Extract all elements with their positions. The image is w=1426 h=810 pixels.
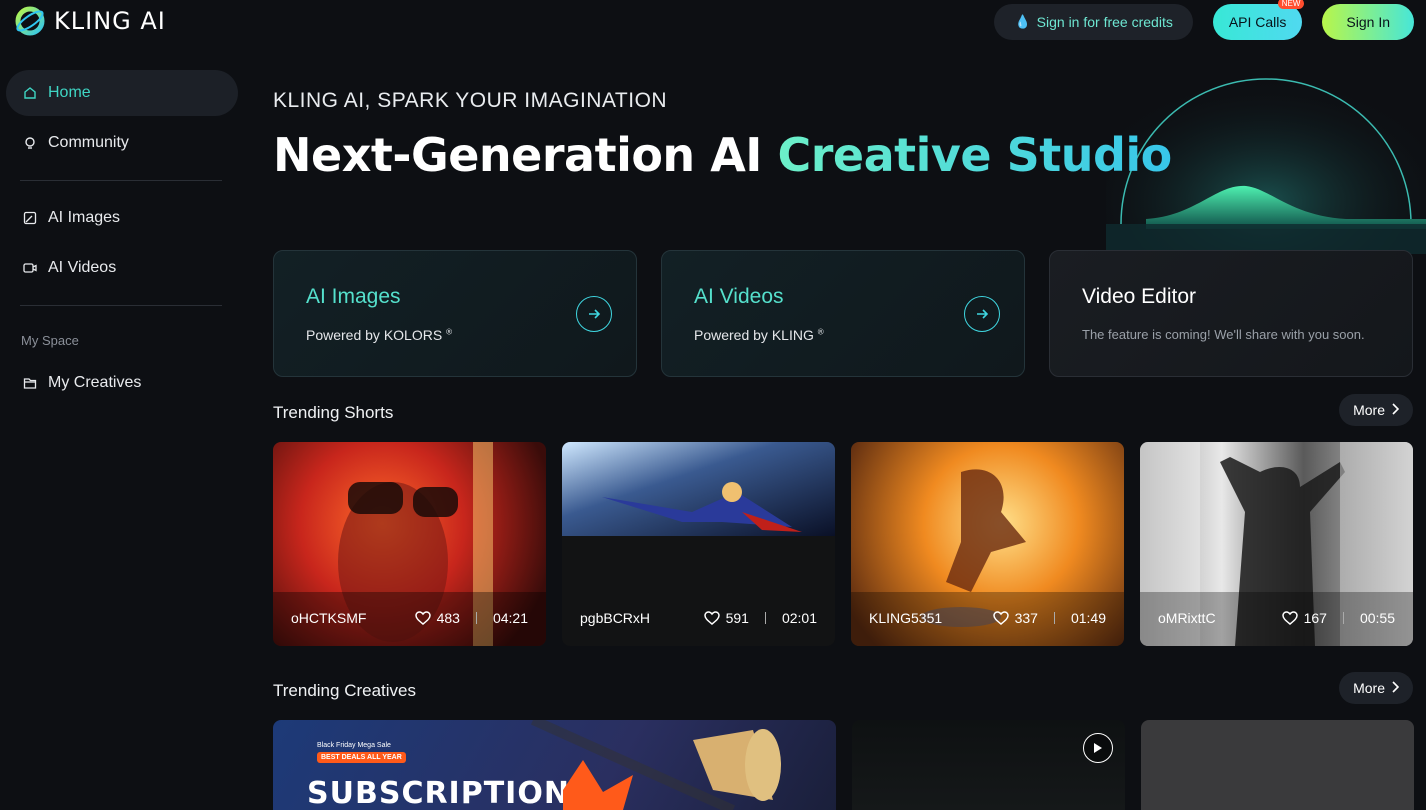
- sidebar: Home Community AI Images AI Videos My Sp…: [0, 70, 250, 410]
- home-icon: [22, 85, 38, 101]
- flame-icon: 💧: [1014, 14, 1031, 29]
- meta-separator: [1053, 612, 1055, 624]
- arrow-right-icon[interactable]: [964, 296, 1000, 332]
- video-editor-card: Video Editor The feature is coming! We'l…: [1049, 250, 1413, 377]
- card-title: AI Videos: [694, 285, 784, 308]
- brand-name: KLING AI: [54, 7, 166, 35]
- hero-title-highlight: Creative Studio: [777, 128, 1172, 182]
- card-subtitle: The feature is coming! We'll share with …: [1082, 327, 1365, 342]
- trending-shorts-list: oHCTKSMF 483 04:21 pgbBCRxH 591 02:01 KL…: [273, 442, 1413, 646]
- megaphone-illustration: [530, 720, 781, 810]
- sidebar-item-label: Home: [48, 84, 91, 101]
- likes-count: 167: [1303, 610, 1327, 626]
- api-calls-button[interactable]: API Calls NEW: [1212, 0, 1305, 40]
- my-space-label: My Space: [21, 332, 79, 348]
- short-meta: oHCTKSMF 483 04:21: [291, 610, 528, 626]
- short-likes: 591: [703, 610, 749, 626]
- api-calls-label: API Calls: [1228, 14, 1287, 30]
- arrow-right-icon[interactable]: [576, 296, 612, 332]
- short-card[interactable]: oMRixttC 167 00:55: [1140, 442, 1413, 646]
- heart-icon: [1281, 611, 1298, 625]
- likes-count: 337: [1014, 610, 1038, 626]
- promo-creative-card[interactable]: Black Friday Mega Sale BEST DEALS ALL YE…: [273, 720, 836, 810]
- hero-title-plain: Next-Generation AI: [273, 128, 778, 182]
- card-subtitle: Powered by KOLORS ®: [306, 327, 452, 343]
- hero-banner: KLING AI, SPARK YOUR IMAGINATION Next-Ge…: [250, 44, 1426, 254]
- kling-logo-icon: [15, 6, 45, 36]
- sidebar-item-my-creatives[interactable]: My Creatives: [6, 360, 238, 406]
- sidebar-item-ai-videos[interactable]: AI Videos: [6, 245, 238, 291]
- card-subtitle-text: Powered by KOLORS: [306, 327, 443, 343]
- hero-title: Next-Generation AI Creative Studio: [273, 128, 1172, 182]
- heart-icon: [703, 611, 720, 625]
- sidebar-item-home[interactable]: Home: [6, 70, 238, 116]
- sidebar-item-label: AI Videos: [48, 259, 117, 276]
- card-subtitle-text: Powered by KLING: [694, 327, 814, 343]
- play-icon[interactable]: [1083, 733, 1113, 763]
- trending-creatives-title: Trending Creatives: [273, 681, 416, 700]
- trending-shorts-title: Trending Shorts: [273, 403, 394, 422]
- card-title: Video Editor: [1082, 285, 1197, 308]
- likes-count: 591: [725, 610, 749, 626]
- sign-in-button[interactable]: Sign In: [1322, 4, 1414, 40]
- ai-videos-card[interactable]: AI Videos Powered by KLING ®: [661, 250, 1025, 377]
- meta-separator: [1342, 612, 1344, 624]
- trending-creatives-more-button[interactable]: More: [1339, 672, 1413, 704]
- short-author: oMRixttC: [1158, 610, 1216, 626]
- short-meta: pgbBCRxH 591 02:01: [580, 610, 817, 626]
- ai-images-card[interactable]: AI Images Powered by KOLORS ®: [273, 250, 637, 377]
- sign-in-label: Sign In: [1346, 14, 1390, 30]
- short-duration: 01:49: [1070, 610, 1106, 626]
- sidebar-item-community[interactable]: Community: [6, 120, 238, 166]
- registered-mark: ®: [817, 327, 824, 337]
- more-label: More: [1353, 402, 1385, 418]
- creative-card[interactable]: [1141, 720, 1414, 810]
- sidebar-divider: [20, 305, 222, 306]
- hero-subtitle: KLING AI, SPARK YOUR IMAGINATION: [273, 89, 668, 112]
- trending-shorts-more-button[interactable]: More: [1339, 394, 1413, 426]
- video-icon: [22, 260, 38, 276]
- meta-separator: [475, 612, 477, 624]
- card-title: AI Images: [306, 285, 401, 308]
- short-likes: 337: [992, 610, 1038, 626]
- creative-card[interactable]: [852, 720, 1125, 810]
- sidebar-item-ai-images[interactable]: AI Images: [6, 195, 238, 241]
- likes-count: 483: [436, 610, 460, 626]
- free-credits-label: Sign in for free credits: [1036, 14, 1173, 30]
- short-likes: 483: [414, 610, 460, 626]
- short-card[interactable]: oHCTKSMF 483 04:21: [273, 442, 546, 646]
- short-author: pgbBCRxH: [580, 610, 651, 626]
- sidebar-divider: [20, 180, 222, 181]
- image-icon: [22, 210, 38, 226]
- meta-separator: [764, 612, 766, 624]
- short-author: KLING5351: [869, 610, 943, 626]
- folder-icon: [22, 375, 38, 391]
- short-likes: 167: [1281, 610, 1327, 626]
- header-actions: 💧 Sign in for free credits API Calls NEW…: [994, 0, 1414, 40]
- bulb-icon: [22, 135, 38, 151]
- more-label: More: [1353, 680, 1385, 696]
- chevron-right-icon: [1391, 402, 1400, 418]
- sidebar-item-label: AI Images: [48, 209, 121, 226]
- trending-creatives-list: Black Friday Mega Sale BEST DEALS ALL YE…: [273, 720, 1414, 810]
- short-author: oHCTKSMF: [291, 610, 367, 626]
- short-meta: KLING5351 337 01:49: [869, 610, 1106, 626]
- heart-icon: [414, 611, 431, 625]
- new-badge: NEW: [1277, 0, 1305, 9]
- short-card[interactable]: KLING5351 337 01:49: [851, 442, 1124, 646]
- card-subtitle: Powered by KLING ®: [694, 327, 824, 343]
- kling-logo[interactable]: KLING AI: [14, 5, 166, 37]
- short-duration: 02:01: [781, 610, 817, 626]
- sidebar-item-label: Community: [48, 134, 129, 151]
- short-card[interactable]: pgbBCRxH 591 02:01: [562, 442, 835, 646]
- short-duration: 00:55: [1359, 610, 1395, 626]
- heart-icon: [992, 611, 1009, 625]
- short-meta: oMRixttC 167 00:55: [1158, 610, 1395, 626]
- feature-cards: AI Images Powered by KOLORS ® AI Videos …: [273, 250, 1413, 377]
- chevron-right-icon: [1391, 680, 1400, 696]
- free-credits-button[interactable]: 💧 Sign in for free credits: [994, 4, 1193, 40]
- registered-mark: ®: [446, 327, 452, 337]
- short-duration: 04:21: [492, 610, 528, 626]
- sidebar-item-label: My Creatives: [48, 374, 142, 391]
